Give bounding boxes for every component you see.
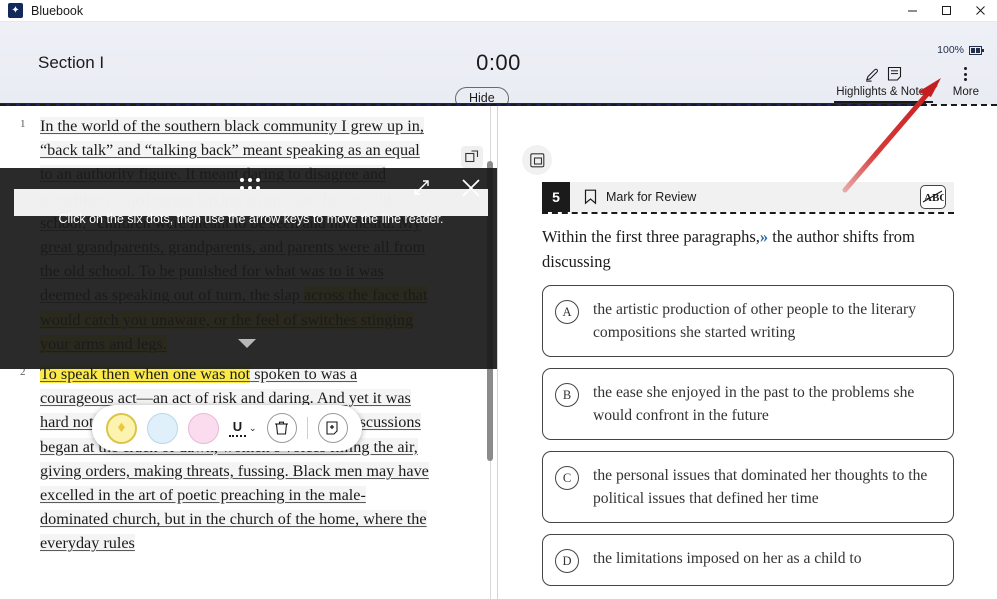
highlights-and-notes-label: Highlights & Notes bbox=[836, 86, 931, 98]
add-note-button[interactable] bbox=[317, 413, 348, 443]
paragraph-run[interactable]: spoken to was a courageous act—an act of… bbox=[40, 365, 429, 553]
expand-passage-icon[interactable] bbox=[461, 146, 483, 168]
more-button[interactable]: More bbox=[953, 64, 979, 98]
bookmark-icon bbox=[584, 189, 597, 205]
trash-icon bbox=[275, 421, 289, 435]
abc-strikethrough-icon[interactable]: ABC bbox=[920, 185, 946, 209]
choice-text: the artistic production of other people … bbox=[593, 301, 917, 341]
line-reader-caret-icon[interactable] bbox=[238, 339, 256, 348]
svg-text:ABC: ABC bbox=[924, 192, 944, 204]
question-stem-before: Within the first three paragraphs, bbox=[542, 227, 760, 246]
app-logo-icon: ✦ bbox=[8, 3, 23, 18]
answer-choice-c[interactable]: C the personal issues that dominated her… bbox=[542, 451, 954, 523]
choice-text: the ease she enjoyed in the past to the … bbox=[593, 384, 915, 424]
zoom-level: 100% bbox=[937, 44, 964, 56]
highlighter-icon bbox=[866, 68, 879, 82]
pane-divider bbox=[497, 106, 498, 599]
window-titlebar: ✦ Bluebook bbox=[0, 0, 997, 22]
choice-text: the limitations imposed on her as a chil… bbox=[593, 550, 862, 567]
add-note-icon bbox=[325, 421, 338, 435]
passage-pane: 1 In the world of the southern black com… bbox=[0, 106, 497, 599]
choice-text: the personal issues that dominated her t… bbox=[593, 467, 928, 507]
question-number: 5 bbox=[542, 182, 570, 212]
mark-for-review-button[interactable]: Mark for Review bbox=[584, 189, 696, 205]
minimize-button[interactable] bbox=[895, 0, 929, 22]
answer-choices: A the artistic production of other peopl… bbox=[542, 285, 954, 597]
question-toolbar: 5 Mark for Review ABC bbox=[542, 182, 954, 212]
delete-highlight-button[interactable] bbox=[266, 413, 297, 443]
six-dots-icon[interactable] bbox=[240, 178, 264, 196]
note-icon bbox=[888, 66, 902, 81]
line-reader-resize-icon[interactable] bbox=[412, 178, 431, 202]
more-label: More bbox=[952, 86, 979, 98]
toolbar-divider bbox=[306, 417, 308, 439]
battery-icon bbox=[969, 45, 984, 55]
choice-letter: D bbox=[555, 549, 579, 573]
highlight-color-yellow[interactable]: ♦ bbox=[106, 412, 137, 444]
maximize-button[interactable] bbox=[929, 0, 963, 22]
underline-tool[interactable]: U ⌄ bbox=[229, 420, 257, 437]
question-pane: 5 Mark for Review ABC Within the first t… bbox=[498, 106, 997, 599]
line-reader-close-icon[interactable] bbox=[460, 177, 482, 204]
passage-paragraph: 2 To speak then when one was not spoken … bbox=[0, 362, 480, 556]
kebab-icon bbox=[964, 64, 968, 84]
paragraph-number: 1 bbox=[20, 118, 26, 130]
stem-marker-icon[interactable]: » bbox=[760, 227, 768, 246]
main-content: 1 In the world of the southern black com… bbox=[0, 106, 997, 599]
zoom-and-battery: 100% bbox=[937, 44, 985, 56]
test-header: Section I 0:00 100% Hide Highlights & No… bbox=[0, 22, 997, 110]
line-reader-hint: Click on the six dots, then use the arro… bbox=[58, 212, 444, 226]
close-window-button[interactable] bbox=[963, 0, 997, 22]
question-stem: Within the first three paragraphs,» the … bbox=[542, 224, 942, 274]
choice-letter: A bbox=[555, 300, 579, 324]
answer-choice-d[interactable]: D the limitations imposed on her as a ch… bbox=[542, 534, 954, 586]
app-title: Bluebook bbox=[31, 3, 84, 18]
choice-letter: C bbox=[555, 466, 579, 490]
choice-letter: B bbox=[555, 383, 579, 407]
answer-choice-a[interactable]: A the artistic production of other peopl… bbox=[542, 285, 954, 357]
question-dashed-separator bbox=[542, 212, 954, 214]
underline-letter: U bbox=[232, 418, 243, 434]
underline-icon: U bbox=[229, 420, 246, 437]
highlights-and-notes-button[interactable]: Highlights & Notes bbox=[834, 64, 933, 103]
drop-icon: ♦ bbox=[117, 419, 126, 436]
window-controls bbox=[895, 0, 997, 22]
highlight-color-pink[interactable] bbox=[188, 412, 219, 444]
header-tools: Highlights & Notes More bbox=[834, 64, 979, 103]
app-logo-glyph: ✦ bbox=[11, 4, 20, 16]
bluebook-app: ✦ Bluebook Section I 0:00 100% Hide High… bbox=[0, 0, 997, 599]
chevron-down-icon[interactable]: ⌄ bbox=[249, 423, 257, 434]
highlight-color-blue[interactable] bbox=[147, 412, 178, 444]
answer-choice-b[interactable]: B the ease she enjoyed in the past to th… bbox=[542, 368, 954, 440]
highlight-toolbar[interactable]: ♦ U ⌄ bbox=[92, 405, 362, 451]
expand-question-icon[interactable] bbox=[522, 145, 552, 175]
mark-for-review-label: Mark for Review bbox=[606, 190, 697, 204]
